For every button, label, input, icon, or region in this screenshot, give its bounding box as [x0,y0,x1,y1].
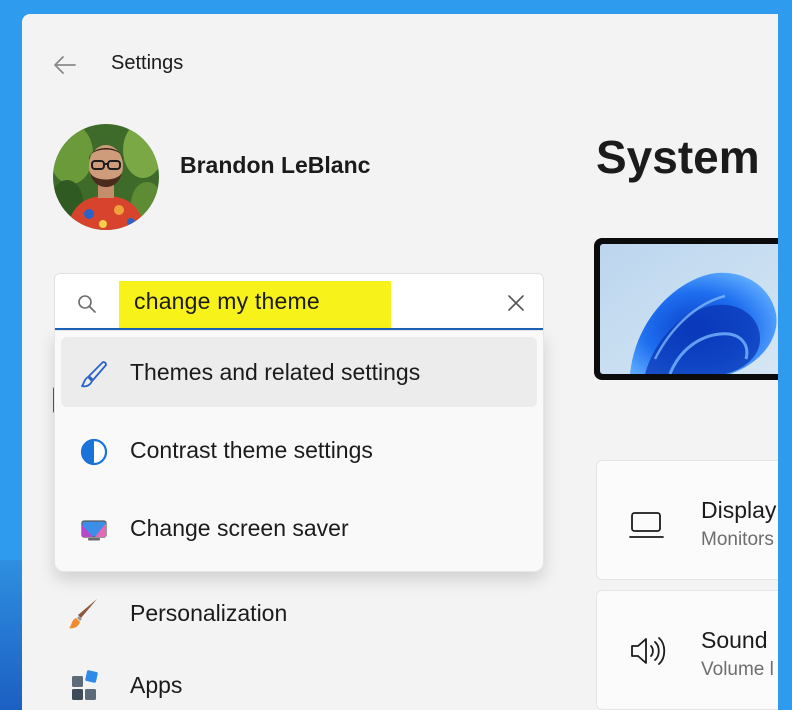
sidebar-item-apps[interactable]: Apps [62,658,532,710]
desktop-background [0,560,22,710]
brush-icon [81,361,107,388]
settings-card-sound[interactable]: Sound Volume l [596,590,778,710]
close-icon [508,295,524,311]
card-subtitle: Volume l [701,659,774,680]
title-bar: Settings [22,14,778,114]
contrast-icon [80,438,108,466]
paintbrush-icon [69,599,97,629]
settings-card-display[interactable]: Display Monitors [596,460,778,580]
suggestion-contrast[interactable]: Contrast theme settings [61,415,537,485]
suggestion-label: Contrast theme settings [130,437,373,463]
apps-icon [72,670,98,700]
back-arrow-icon [54,56,76,74]
speaker-icon [631,637,666,665]
clear-search-button[interactable] [503,290,529,316]
card-title: Sound [701,627,768,653]
suggestion-label: Themes and related settings [130,359,421,385]
monitor-icon [629,512,664,538]
search-icon [78,295,96,313]
card-subtitle: Monitors [701,529,774,550]
search-input[interactable]: change my theme [134,288,320,315]
suggestion-themes[interactable]: Themes and related settings [61,337,537,407]
suggestion-label: Change screen saver [130,515,349,541]
page-title: System [596,131,760,183]
back-button[interactable] [50,52,80,78]
wallpaper-image [600,244,778,374]
card-title: Display [701,497,777,523]
search-box[interactable]: change my theme [54,273,544,333]
sidebar-item-label: Apps [130,672,183,698]
device-preview [594,238,778,380]
user-name: Brandon LeBlanc [180,152,371,178]
sidebar-item-personalization[interactable]: Personalization [62,586,532,642]
screen-saver-icon [81,520,107,541]
avatar[interactable] [53,124,159,230]
app-title: Settings [111,52,184,74]
settings-window: Settings Brandon LeBlanc change my theme… [22,14,778,710]
search-suggestions: Themes and related settings Contrast the… [54,330,544,572]
suggestion-screen-saver[interactable]: Change screen saver [61,493,537,563]
sidebar-item-label: Personalization [130,600,288,626]
